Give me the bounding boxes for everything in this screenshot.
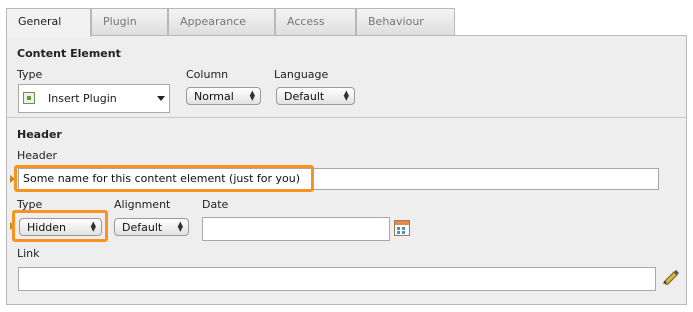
chevron-down-icon: [157, 96, 165, 101]
tab-plugin-label: Plugin: [103, 15, 137, 28]
highlight-type: [12, 210, 108, 242]
alignment-value: Default: [122, 221, 163, 234]
date-label: Date: [202, 198, 229, 211]
ce-type-label: Type: [17, 68, 43, 81]
language-select[interactable]: Default ▲ ▼: [276, 87, 355, 105]
tab-appearance-label: Appearance: [180, 15, 247, 28]
alignment-select[interactable]: Default ▲ ▼: [114, 218, 189, 236]
alignment-label: Alignment: [114, 198, 171, 211]
select-arrows-icon: ▲ ▼: [343, 89, 349, 102]
select-arrows-icon: ▲ ▼: [249, 89, 255, 102]
link-wizard-icon[interactable]: [662, 269, 680, 285]
language-label: Language: [274, 68, 329, 81]
header-heading: Header: [17, 128, 62, 141]
tab-access-label: Access: [287, 15, 325, 28]
ce-type-value: Insert Plugin: [48, 92, 117, 105]
column-value: Normal: [194, 90, 234, 103]
date-input[interactable]: [202, 217, 390, 241]
highlight-header: [14, 165, 314, 192]
ce-type-select[interactable]: Insert Plugin: [18, 84, 170, 113]
tab-general[interactable]: General: [6, 8, 91, 37]
header-label: Header: [17, 149, 58, 162]
tab-behaviour-label: Behaviour: [368, 15, 424, 28]
tab-appearance[interactable]: Appearance: [168, 8, 275, 35]
select-arrows-icon: ▲ ▼: [177, 220, 183, 233]
link-input[interactable]: [18, 267, 656, 291]
tab-bar: General Plugin Appearance Access Behavio…: [6, 8, 687, 37]
calendar-icon[interactable]: [394, 220, 410, 236]
column-select[interactable]: Normal ▲ ▼: [186, 87, 261, 105]
section-divider: [7, 117, 686, 118]
column-label: Column: [186, 68, 229, 81]
content-element-heading: Content Element: [17, 47, 121, 60]
tab-behaviour[interactable]: Behaviour: [356, 8, 455, 35]
tab-plugin[interactable]: Plugin: [91, 8, 168, 35]
language-value: Default: [284, 90, 325, 103]
tab-access[interactable]: Access: [275, 8, 356, 35]
tab-general-label: General: [18, 15, 62, 28]
plugin-icon: [23, 92, 35, 104]
link-label: Link: [17, 247, 40, 260]
